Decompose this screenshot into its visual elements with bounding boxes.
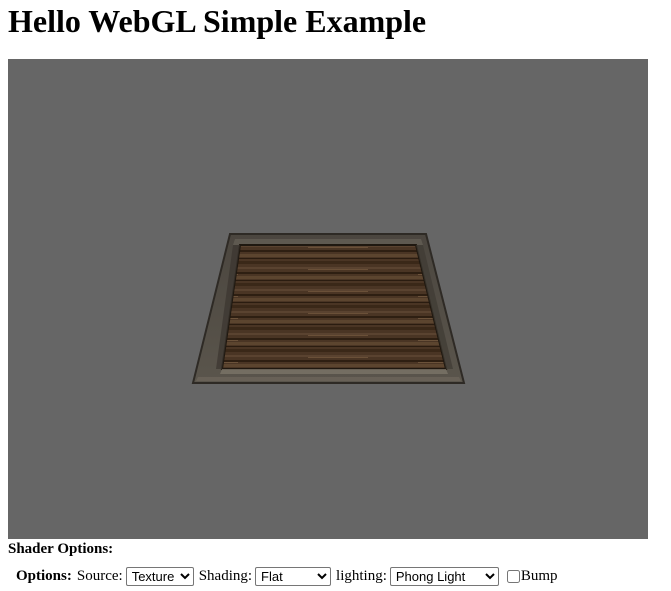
shader-options-heading: Shader Options:	[8, 541, 114, 557]
page: Hello WebGL Simple Example Shader Option…	[0, 0, 671, 591]
bump-checkbox[interactable]	[506, 569, 520, 583]
shading-select[interactable]: Flat	[255, 566, 332, 586]
lighting-label: lighting:	[336, 567, 387, 584]
source-select[interactable]: Texture	[125, 566, 194, 586]
webgl-canvas[interactable]	[8, 59, 648, 539]
shader-options-row: Options: Source: Texture Shading: Flat l…	[16, 566, 558, 586]
page-title: Hello WebGL Simple Example	[8, 3, 427, 39]
shading-label: Shading:	[198, 567, 253, 584]
bump-label: Bump	[520, 567, 558, 584]
floor-tile-wood	[220, 244, 448, 370]
source-label: Source:	[76, 567, 123, 584]
rendered-scene	[191, 233, 466, 384]
lighting-select[interactable]: Phong Light	[389, 566, 499, 586]
options-label: Options:	[16, 567, 72, 584]
